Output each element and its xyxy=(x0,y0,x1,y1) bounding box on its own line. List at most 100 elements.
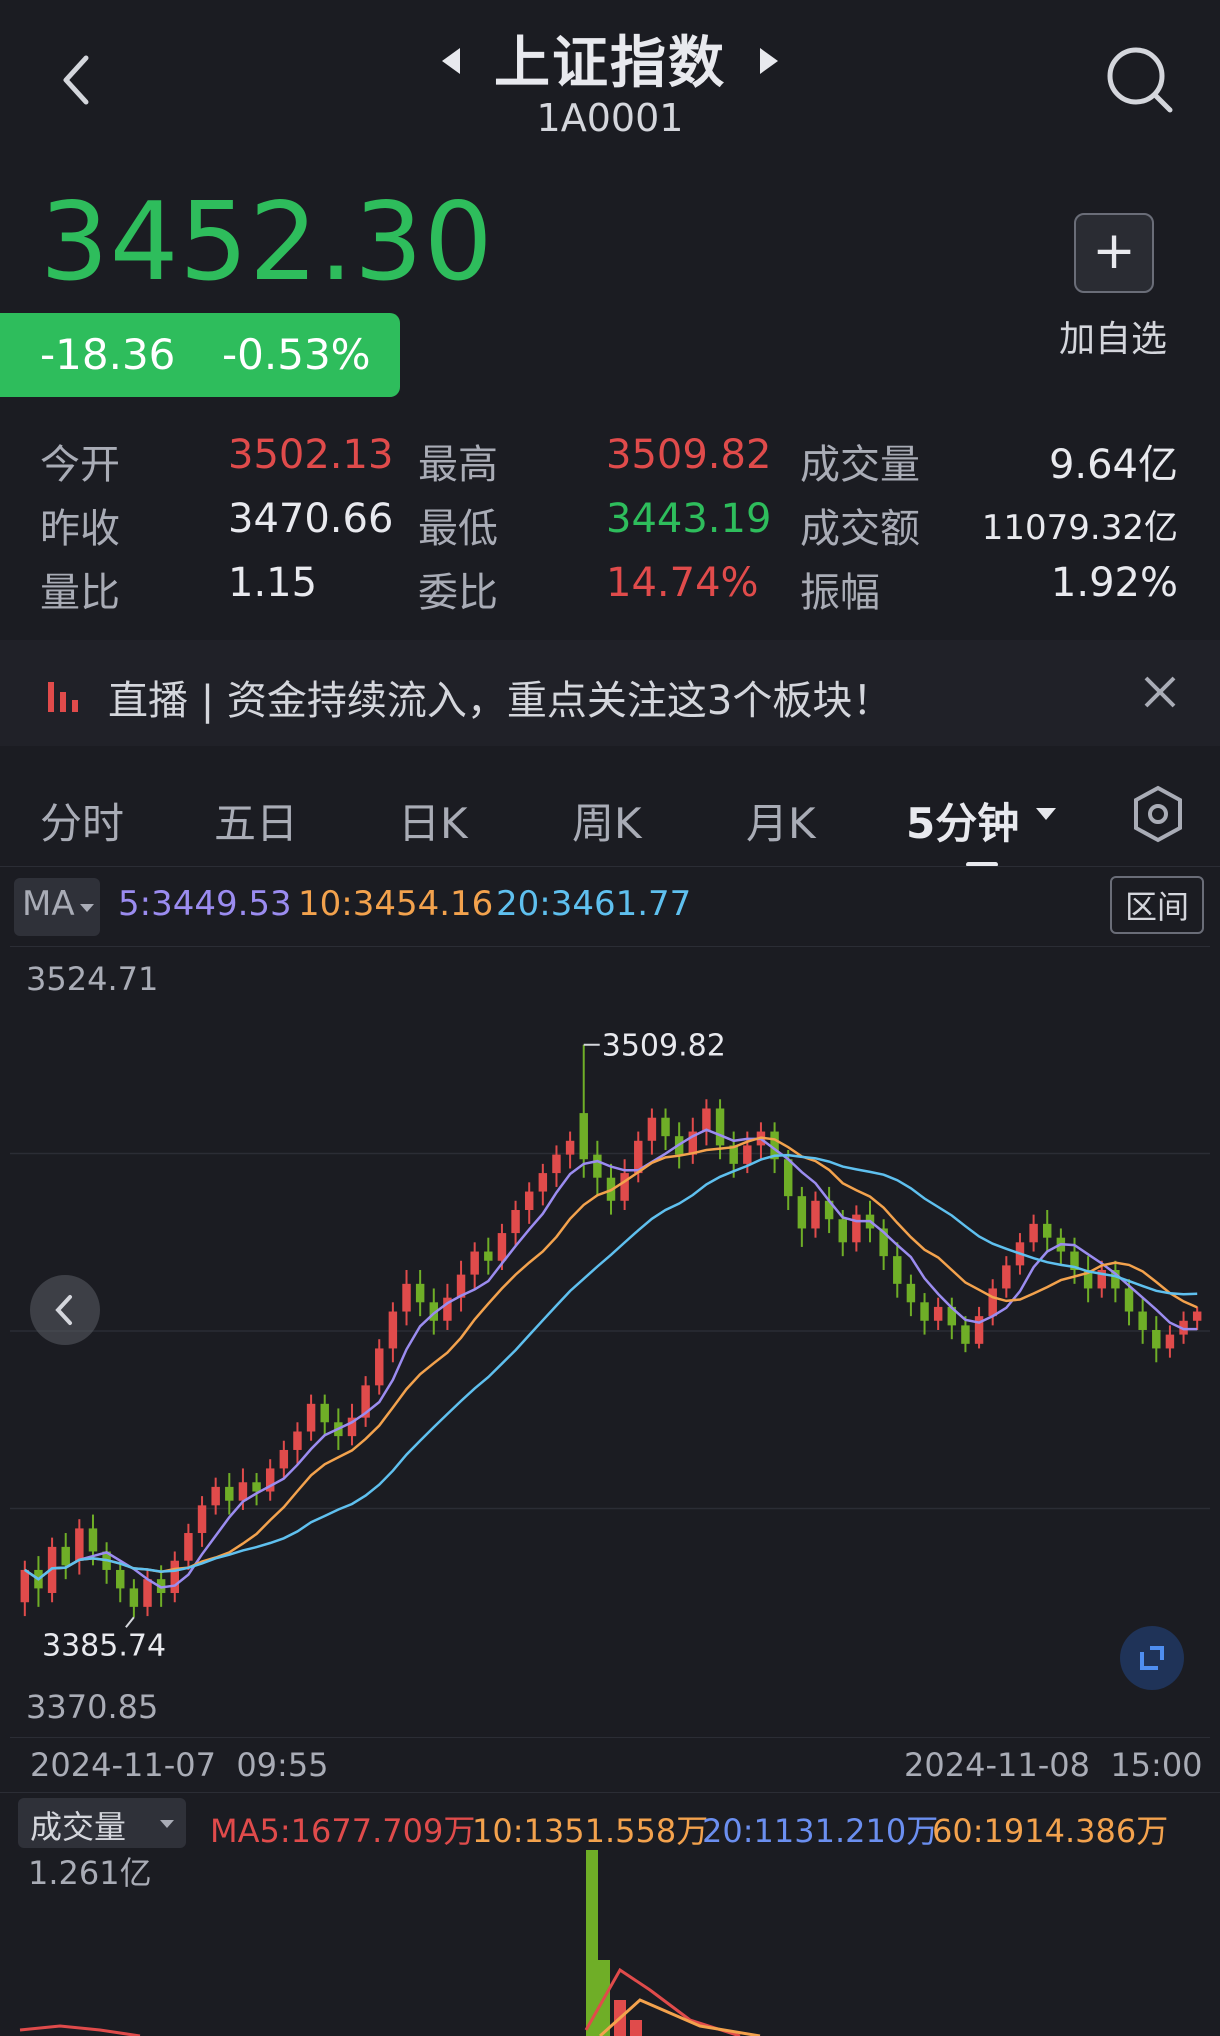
close-icon[interactable] xyxy=(1142,674,1178,710)
fullscreen-icon[interactable] xyxy=(1120,1626,1184,1690)
candle-body xyxy=(961,1325,970,1344)
candle-body xyxy=(852,1214,861,1243)
news-headline[interactable]: 直播 | 资金持续流入，重点关注这3个板块！ xyxy=(108,668,892,726)
candle-body xyxy=(484,1251,493,1261)
candle-body xyxy=(143,1579,152,1607)
candle-body xyxy=(783,1159,793,1197)
vol-ma5-value: MA5:1677.709万 xyxy=(210,1812,476,1850)
candle-body xyxy=(538,1173,548,1192)
divider xyxy=(0,866,1220,867)
candle-body xyxy=(1152,1329,1161,1349)
candle-body xyxy=(702,1108,711,1132)
candle-body xyxy=(811,1200,820,1229)
stat-label: 今开 xyxy=(40,442,120,488)
stat-label: 成交量 xyxy=(800,442,920,488)
candle-body xyxy=(1043,1223,1052,1238)
candle-body xyxy=(197,1505,207,1534)
candle-body xyxy=(511,1210,520,1234)
candle-body xyxy=(75,1528,84,1561)
tab-5min[interactable]: 5分钟 xyxy=(906,790,1019,851)
candle-body xyxy=(1124,1288,1134,1312)
candle-body xyxy=(225,1486,234,1501)
ma20-value: 20:3461.77 xyxy=(496,884,692,924)
candle-body xyxy=(415,1283,425,1303)
tab-intraday[interactable]: 分时 xyxy=(40,790,124,851)
candle-body xyxy=(620,1173,629,1201)
candle-body xyxy=(211,1486,220,1506)
volume-bar xyxy=(586,1850,598,2036)
divider xyxy=(0,1792,1220,1793)
next-index-icon[interactable] xyxy=(760,48,778,74)
ma-chevron-down-icon[interactable] xyxy=(80,904,94,912)
candle-body xyxy=(906,1283,916,1303)
stat-value: 9.64亿 xyxy=(1048,442,1178,488)
change-percent: -0.53% xyxy=(222,330,371,379)
candle-body xyxy=(238,1482,248,1501)
stat-label: 最高 xyxy=(418,442,498,488)
volume-selector-label[interactable]: 成交量 xyxy=(30,1802,126,1848)
candle-body xyxy=(920,1302,929,1321)
range-button[interactable]: 区间 xyxy=(1110,876,1204,934)
change-value: -18.36 xyxy=(40,330,176,379)
low-marker-line xyxy=(125,1616,135,1628)
candle-body xyxy=(1002,1265,1011,1289)
stat-label: 最低 xyxy=(418,506,498,552)
candle-body xyxy=(170,1560,179,1594)
candle-body xyxy=(593,1154,602,1178)
x-axis-end: 2024-11-08 15:00 xyxy=(904,1746,1203,1784)
stat-value: 1.92% xyxy=(1050,560,1178,606)
candle-body xyxy=(565,1140,575,1155)
live-bars-icon xyxy=(46,676,86,716)
ma-selector-label[interactable]: MA xyxy=(22,884,75,924)
stat-label: 成交额 xyxy=(800,506,920,552)
candle-body xyxy=(402,1283,411,1312)
stat-value: 3443.19 xyxy=(606,496,772,542)
change-badge: -18.36 -0.53% xyxy=(0,313,400,397)
stat-value: 3502.13 xyxy=(228,432,394,478)
volume-bar xyxy=(630,2020,642,2036)
candle-body xyxy=(661,1117,670,1137)
tab-five-day[interactable]: 五日 xyxy=(214,790,298,851)
candle-body xyxy=(579,1113,588,1160)
vol-ma10-value: 10:1351.558万 xyxy=(472,1812,709,1850)
candle-body xyxy=(184,1533,193,1561)
vol-ma20-value: 20:1131.210万 xyxy=(702,1812,939,1850)
candle-body xyxy=(293,1431,302,1450)
ma10-value: 10:3454.16 xyxy=(298,884,494,924)
stat-label: 振幅 xyxy=(800,570,880,616)
volume-chart xyxy=(19,1850,761,2036)
volume-chevron-down-icon[interactable] xyxy=(160,1820,174,1828)
y-axis-min: 3370.85 xyxy=(26,1688,159,1726)
candle-body xyxy=(715,1108,725,1146)
kline-chart[interactable]: 3509.82 3385.74 xyxy=(10,946,1210,1736)
add-watchlist-label[interactable]: 加自选 xyxy=(1040,310,1186,362)
add-watchlist-button[interactable]: + xyxy=(1074,213,1154,293)
vol-ma60-value: 60:1914.386万 xyxy=(932,1812,1169,1850)
candle-body xyxy=(320,1403,329,1423)
candle-body xyxy=(893,1256,902,1284)
candle-body xyxy=(1029,1223,1038,1243)
ma5-value: 5:3449.53 xyxy=(118,884,292,924)
candle-body xyxy=(743,1145,752,1164)
candle-body xyxy=(1138,1311,1147,1330)
candle-body xyxy=(797,1196,807,1229)
candle-body xyxy=(129,1588,139,1607)
chart-scroll-left-button[interactable] xyxy=(30,1275,100,1345)
chevron-down-icon[interactable] xyxy=(1036,808,1056,820)
tab-monthly-k[interactable]: 月K xyxy=(746,790,816,851)
stat-value: 14.74% xyxy=(606,560,759,606)
candle-body xyxy=(306,1403,316,1432)
volume-ma-line xyxy=(19,2024,141,2036)
candle-body xyxy=(1165,1334,1175,1349)
candle-body xyxy=(388,1311,398,1349)
stat-value: 11079.32亿 xyxy=(981,508,1178,548)
candle-body xyxy=(61,1546,70,1566)
index-code: 1A0001 xyxy=(536,96,684,140)
tab-daily-k[interactable]: 日K xyxy=(398,790,468,851)
search-icon[interactable] xyxy=(1102,42,1178,118)
current-price: 3452.30 xyxy=(40,180,494,305)
tab-weekly-k[interactable]: 周K xyxy=(572,790,642,851)
settings-hex-icon[interactable] xyxy=(1130,784,1186,844)
page-title: 上证指数 xyxy=(494,31,726,96)
candle-body xyxy=(88,1528,98,1552)
